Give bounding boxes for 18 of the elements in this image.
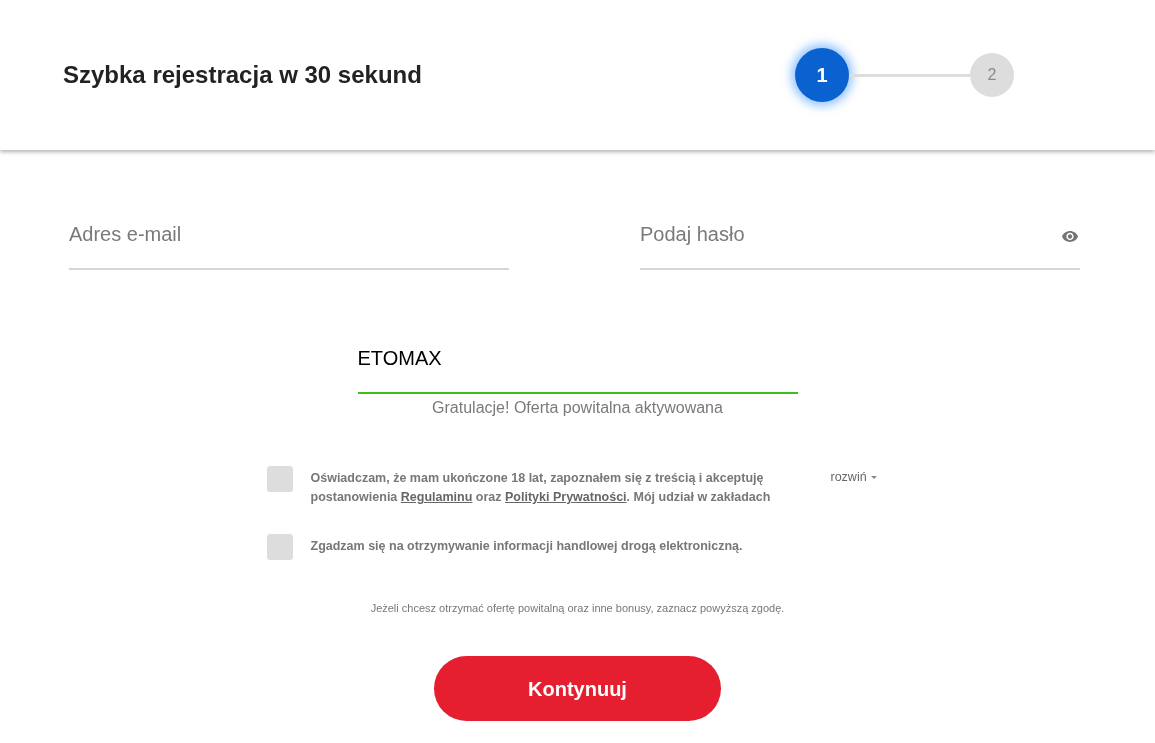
success-message: Gratulacje! Oferta powitalna aktywowana — [432, 398, 723, 418]
continue-button[interactable]: Kontynuuj — [434, 656, 721, 721]
email-field[interactable]: Adres e-mail — [69, 214, 509, 270]
bonus-note: Jeżeli chcesz otrzymać ofertę powitalną oraz inne bonusy, zaznacz powyższą zgodę. — [370, 601, 785, 615]
step-indicator: 2 — [970, 53, 1014, 97]
expand-link[interactable]: rozwiń — [830, 468, 877, 487]
document-link[interactable]: Regulaminu — [400, 490, 473, 504]
consent-text: Zgadzam się na otrzymywanie informacji handlowej drogą elektroniczną. — [310, 538, 744, 555]
document-link[interactable]: Polityki Prywatności — [505, 490, 627, 504]
page-title: Szybka rejestracja w 30 sekund — [63, 60, 422, 90]
consent-text: Oświadczam, że mam ukończone 18 lat, zapoznałem się z treścią i akceptuję postanowienia Regulaminu oraz Polityki Prywatności. Mój udział w zakładach — [310, 470, 772, 506]
eye-icon[interactable] — [1062, 231, 1078, 242]
step-indicator: 1 — [795, 48, 849, 102]
caret-icon — [870, 476, 877, 479]
checkbox[interactable] — [266, 466, 293, 492]
checkbox[interactable] — [266, 534, 293, 560]
password-field[interactable]: Podaj hasło — [640, 214, 1080, 270]
promo-code-field[interactable]: ETOMAX — [357, 330, 798, 394]
